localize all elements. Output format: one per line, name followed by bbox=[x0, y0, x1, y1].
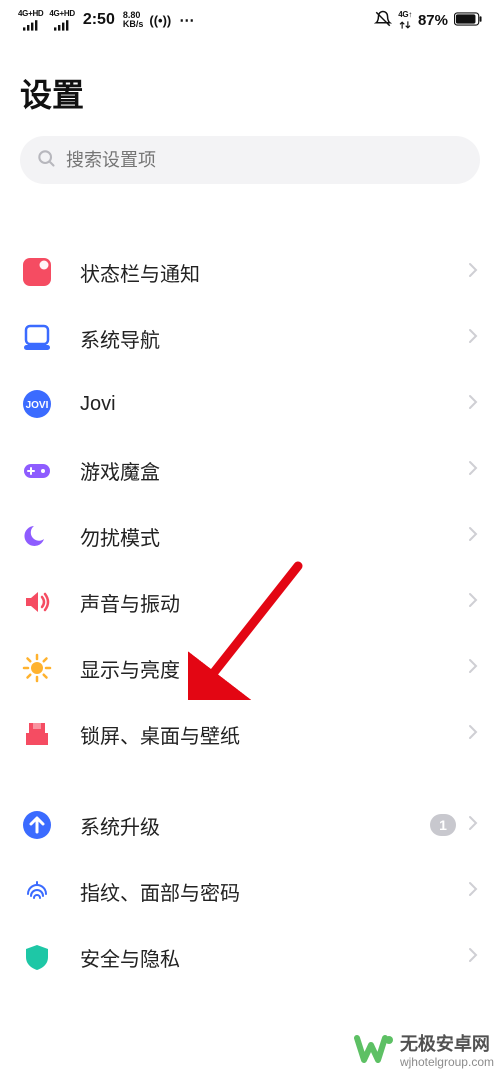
time: 2:50 bbox=[83, 11, 115, 29]
section-gap bbox=[0, 767, 500, 792]
status-left: 4G+HD 4G+HD 2:50 8.80 KB/s ((•)) ⋯ bbox=[18, 9, 195, 32]
item-label: 状态栏与通知 bbox=[80, 258, 468, 287]
chevron-right-icon bbox=[468, 394, 478, 415]
item-jovi[interactable]: JOVI Jovi bbox=[0, 371, 500, 437]
item-security-privacy[interactable]: 安全与隐私 bbox=[0, 924, 500, 990]
wallpaper-icon bbox=[22, 719, 52, 749]
badge-count: 1 bbox=[430, 814, 456, 836]
settings-list: 状态栏与通知 系统导航 JOVI Jovi 游戏魔盒 勿扰模式 声音与振 bbox=[0, 204, 500, 1000]
upgrade-icon bbox=[22, 810, 52, 840]
item-label: 勿扰模式 bbox=[80, 522, 468, 551]
signal-2: 4G+HD bbox=[49, 9, 74, 32]
signal-1-label: 4G+HD bbox=[18, 9, 43, 19]
dnd-icon bbox=[22, 521, 52, 551]
sound-icon bbox=[22, 587, 52, 617]
fingerprint-icon bbox=[22, 876, 52, 906]
chevron-right-icon bbox=[468, 592, 478, 613]
item-label: 系统升级 bbox=[80, 811, 430, 840]
watermark-logo-icon bbox=[354, 1033, 394, 1072]
battery-icon bbox=[454, 12, 482, 29]
status-right: 4G↑ 87% bbox=[374, 10, 482, 31]
item-lockscreen-wallpaper[interactable]: 锁屏、桌面与壁纸 bbox=[0, 701, 500, 767]
page-title: 设置 bbox=[0, 40, 500, 136]
item-label: 系统导航 bbox=[80, 324, 468, 353]
watermark-text: 无极安卓网 wjhotelgroup.com bbox=[400, 1035, 494, 1071]
status-bar: 4G+HD 4G+HD 2:50 8.80 KB/s ((•)) ⋯ 4G↑ bbox=[0, 0, 500, 40]
item-statusbar-notifications[interactable]: 状态栏与通知 bbox=[0, 239, 500, 305]
search-icon bbox=[36, 148, 66, 173]
security-icon bbox=[22, 942, 52, 972]
item-do-not-disturb[interactable]: 勿扰模式 bbox=[0, 503, 500, 569]
item-label: 指纹、面部与密码 bbox=[80, 877, 468, 906]
item-system-navigation[interactable]: 系统导航 bbox=[0, 305, 500, 371]
item-label: 游戏魔盒 bbox=[80, 456, 468, 485]
brightness-icon bbox=[22, 653, 52, 683]
section-gap bbox=[0, 214, 500, 239]
item-game-box[interactable]: 游戏魔盒 bbox=[0, 437, 500, 503]
item-label: Jovi bbox=[80, 393, 468, 416]
chevron-right-icon bbox=[468, 815, 478, 836]
hotspot-icon: ((•)) bbox=[149, 13, 171, 28]
gamebox-icon bbox=[22, 455, 52, 485]
net-speed-unit: KB/s bbox=[123, 20, 144, 29]
statusbar-icon bbox=[22, 257, 52, 287]
chevron-right-icon bbox=[468, 460, 478, 481]
chevron-right-icon bbox=[468, 658, 478, 679]
item-fingerprint-face-password[interactable]: 指纹、面部与密码 bbox=[0, 858, 500, 924]
item-display-brightness[interactable]: 显示与亮度 bbox=[0, 635, 500, 701]
jovi-icon: JOVI bbox=[22, 389, 52, 419]
signal-2-label: 4G+HD bbox=[49, 9, 74, 19]
chevron-right-icon bbox=[468, 262, 478, 283]
chevron-right-icon bbox=[468, 947, 478, 968]
net-label: 4G↑ bbox=[398, 10, 412, 20]
more-dots-icon: ⋯ bbox=[179, 11, 195, 29]
battery-percent: 87% bbox=[418, 12, 448, 29]
net-speed: 8.80 KB/s bbox=[123, 11, 144, 29]
signal-1: 4G+HD bbox=[18, 9, 43, 32]
chevron-right-icon bbox=[468, 328, 478, 349]
net-label-group: 4G↑ bbox=[398, 10, 412, 30]
item-label: 显示与亮度 bbox=[80, 654, 468, 683]
chevron-right-icon bbox=[468, 724, 478, 745]
chevron-right-icon bbox=[468, 881, 478, 902]
signal-bars-icon bbox=[54, 19, 70, 32]
item-label: 安全与隐私 bbox=[80, 943, 468, 972]
item-label: 声音与振动 bbox=[80, 588, 468, 617]
item-system-upgrade[interactable]: 系统升级 1 bbox=[0, 792, 500, 858]
chevron-right-icon bbox=[468, 526, 478, 547]
net-arrows-icon bbox=[399, 20, 411, 30]
watermark-domain: wjhotelgroup.com bbox=[400, 1053, 494, 1071]
navigation-icon bbox=[22, 323, 52, 353]
search-input[interactable] bbox=[66, 150, 464, 171]
signal-bars-icon bbox=[23, 19, 39, 32]
watermark: 无极安卓网 wjhotelgroup.com bbox=[354, 1033, 494, 1072]
search-box[interactable] bbox=[20, 136, 480, 184]
item-label: 锁屏、桌面与壁纸 bbox=[80, 720, 468, 749]
watermark-brand: 无极安卓网 bbox=[400, 1035, 494, 1053]
item-sound-vibration[interactable]: 声音与振动 bbox=[0, 569, 500, 635]
alarm-muted-icon bbox=[374, 10, 392, 31]
svg-text:JOVI: JOVI bbox=[26, 400, 49, 411]
